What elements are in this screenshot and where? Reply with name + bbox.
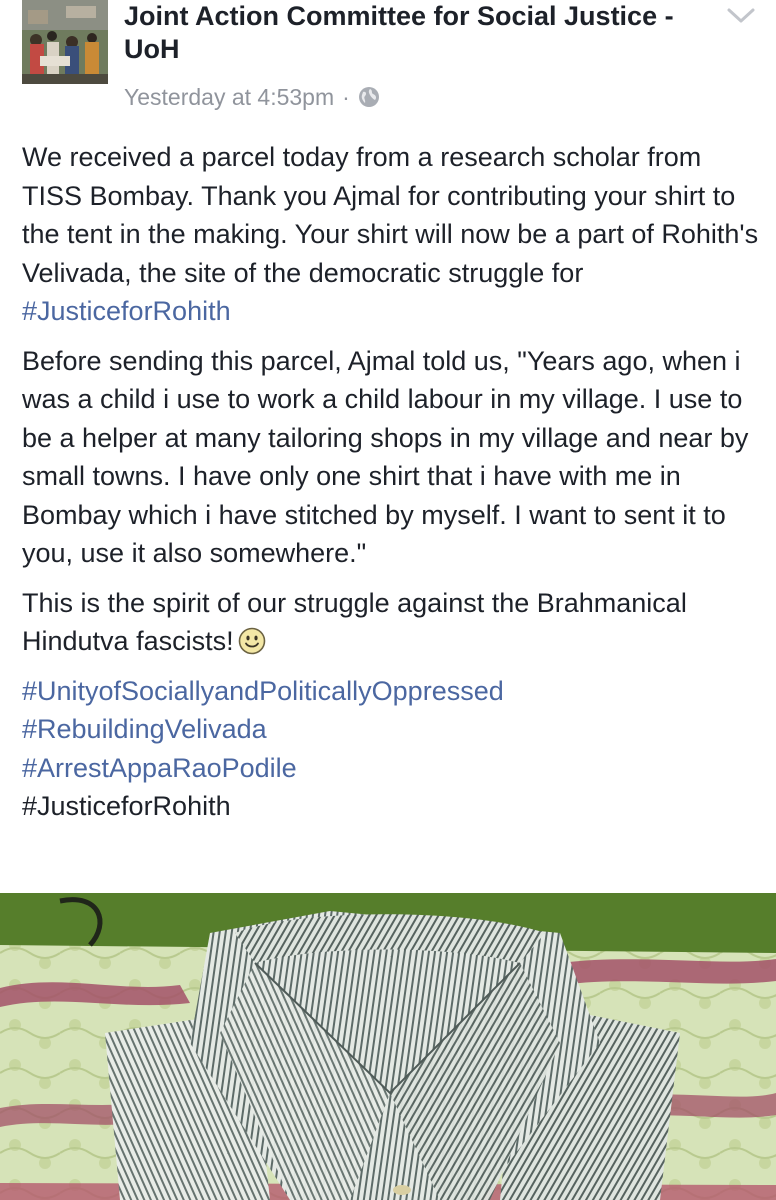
hashtag-text: #JusticeforRohith	[22, 791, 231, 821]
striped-shirt-photo	[0, 893, 776, 1200]
smiley-icon	[238, 627, 265, 655]
post-meta: Yesterday at 4:53pm ·	[124, 82, 380, 112]
facebook-post: Joint Action Committee for Social Justic…	[0, 0, 776, 1200]
globe-icon[interactable]	[358, 86, 380, 108]
post-header: Joint Action Committee for Social Justic…	[0, 0, 776, 120]
paragraph-2: Before sending this parcel, Ajmal told u…	[22, 345, 749, 569]
paragraph-3-text: This is the spirit of our struggle again…	[22, 587, 687, 657]
post-body: We received a parcel today from a resear…	[22, 138, 762, 826]
page-name[interactable]: Joint Action Committee for Social Justic…	[124, 0, 714, 66]
paragraph-1: We received a parcel today from a resear…	[22, 138, 762, 331]
hashtag-link[interactable]: #RebuildingVelivada	[22, 710, 762, 749]
hashtag-link[interactable]: #ArrestAppaRaoPodile	[22, 749, 762, 788]
hashtag-list: #UnityofSociallyandPoliticallyOppressed …	[22, 672, 762, 826]
post-timestamp[interactable]: Yesterday at 4:53pm	[124, 84, 334, 111]
hashtag-link[interactable]: #JusticeforRohith	[22, 296, 231, 326]
hashtag-link[interactable]: #UnityofSociallyandPoliticallyOppressed	[22, 672, 762, 711]
chevron-down-icon[interactable]	[726, 6, 756, 26]
paragraph-3: This is the spirit of our struggle again…	[22, 584, 762, 661]
meta-separator: ·	[342, 83, 350, 110]
avatar-image	[22, 0, 108, 84]
page-avatar[interactable]	[22, 0, 108, 84]
post-photo[interactable]	[0, 893, 776, 1200]
paragraph-1-text: We received a parcel today from a resear…	[22, 142, 759, 288]
